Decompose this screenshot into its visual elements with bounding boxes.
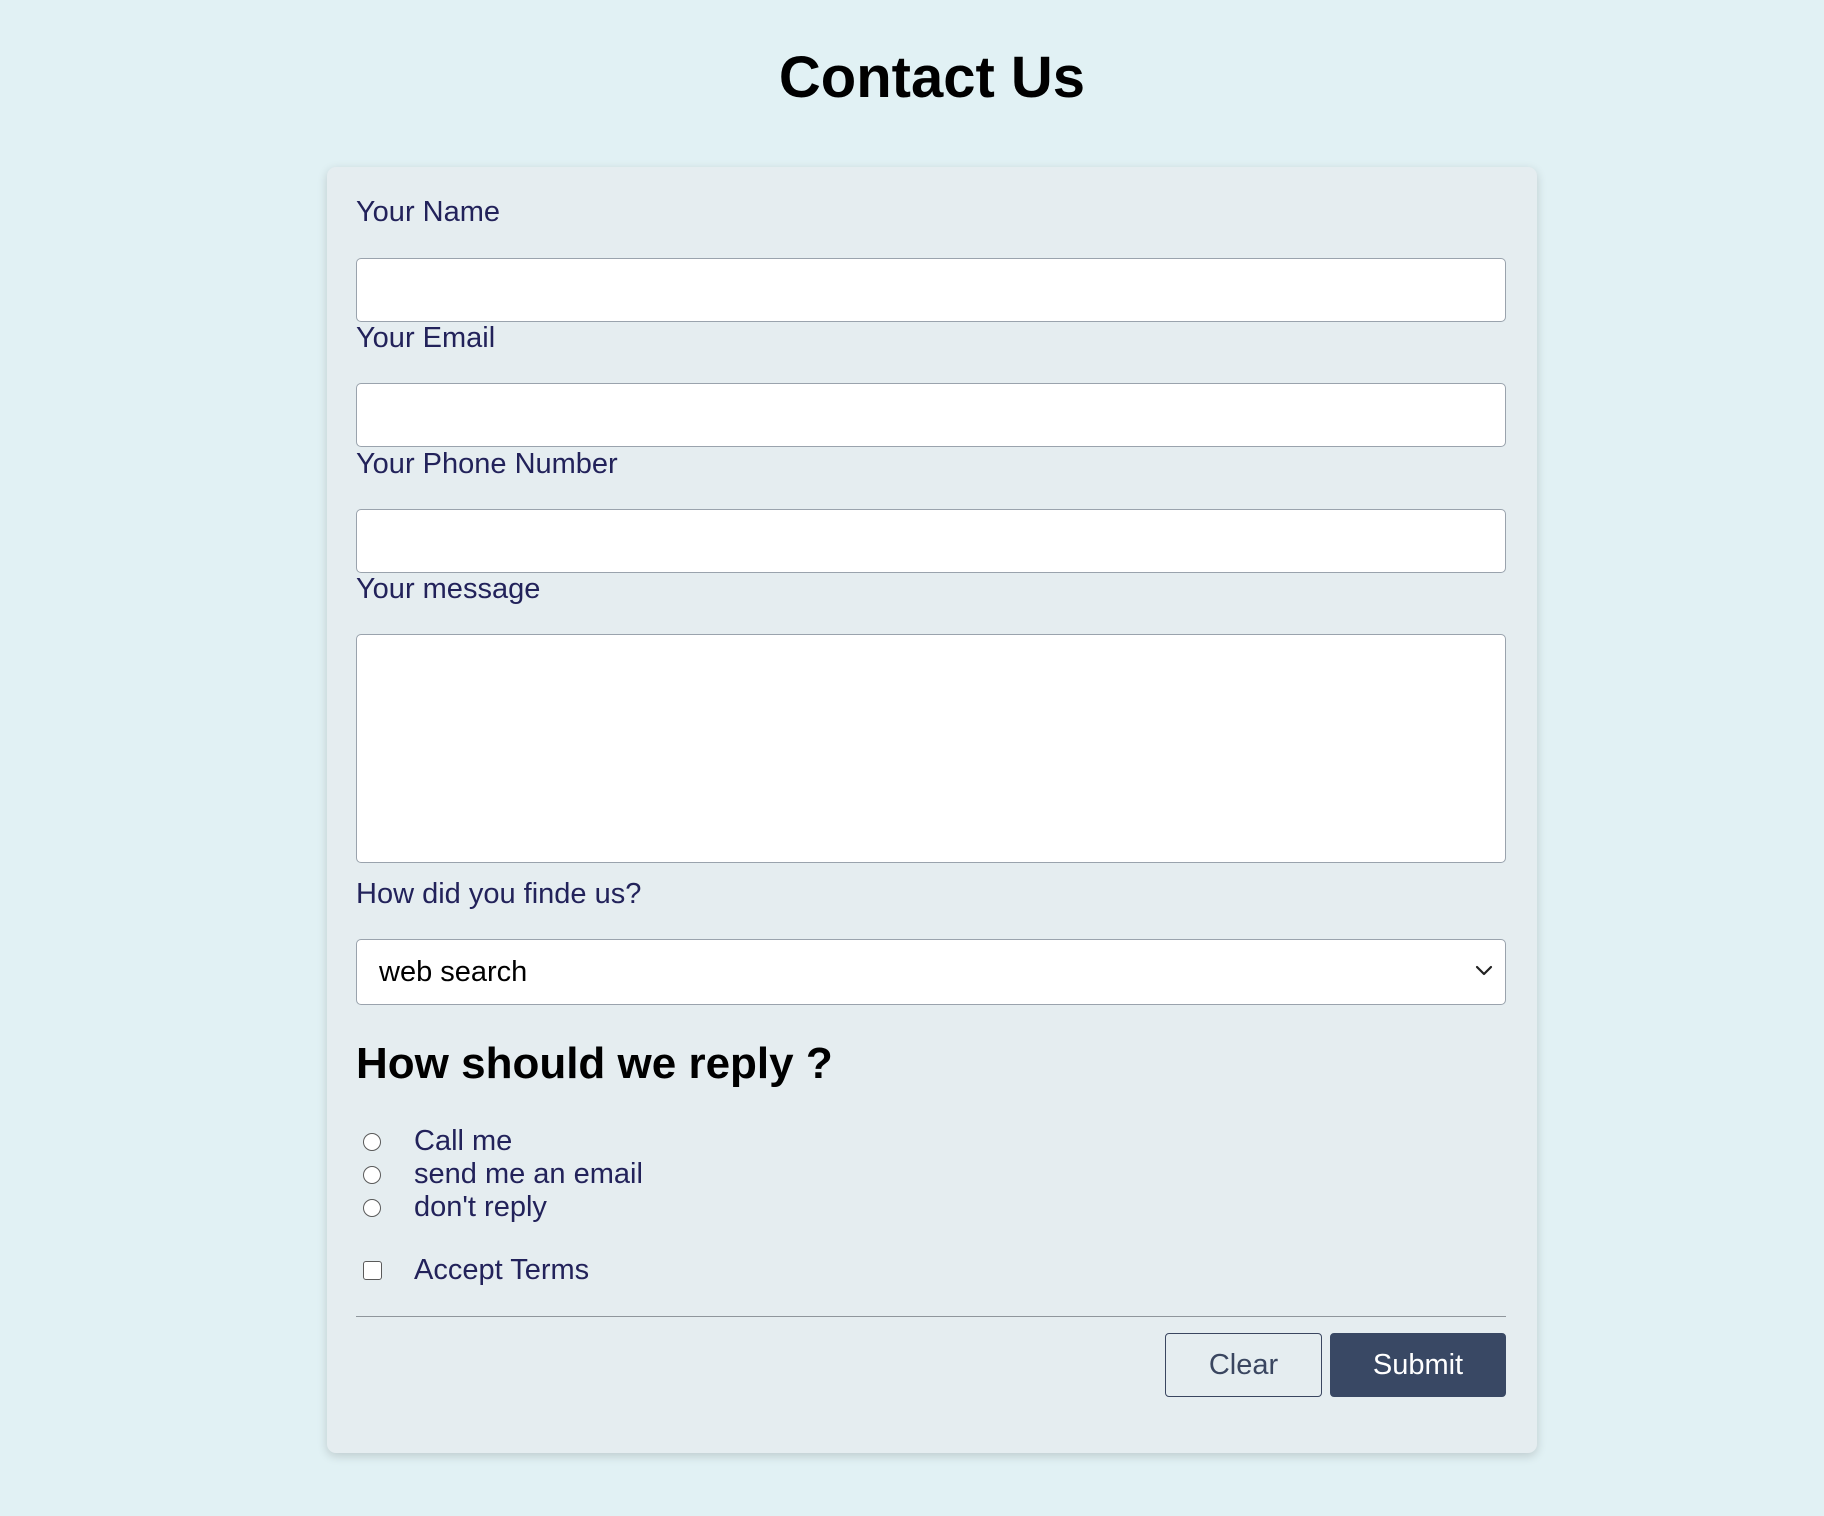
accept-terms-checkbox[interactable] — [363, 1260, 382, 1280]
form-divider — [356, 1316, 1506, 1317]
chevron-down-icon — [1475, 965, 1493, 976]
source-select[interactable]: web search — [356, 939, 1506, 1005]
radio-button[interactable] — [363, 1165, 381, 1184]
name-label: Your Name — [356, 196, 501, 228]
phone-label: Your Phone Number — [356, 448, 618, 480]
email-input[interactable] — [356, 383, 1506, 447]
radio-label: don't reply — [414, 1191, 547, 1223]
contact-form-card: Your Name Your Email Your Phone Number Y… — [327, 167, 1537, 1453]
page-title: Contact Us — [778, 45, 1086, 110]
radio-label: Call me — [414, 1125, 513, 1157]
source-label: How did you finde us? — [356, 878, 642, 910]
clear-button[interactable]: Clear — [1165, 1333, 1322, 1397]
radio-button[interactable] — [363, 1132, 381, 1151]
source-select-value: web search — [379, 956, 528, 988]
accept-terms-option[interactable]: Accept Terms — [363, 1252, 589, 1288]
radio-button[interactable] — [363, 1198, 381, 1217]
email-label: Your Email — [356, 322, 496, 354]
reply-option-call[interactable]: Call me — [363, 1125, 512, 1158]
message-label: Your message — [356, 573, 541, 605]
message-textarea[interactable] — [356, 634, 1506, 863]
reply-option-email[interactable]: send me an email — [363, 1158, 643, 1191]
name-input[interactable] — [356, 258, 1506, 322]
reply-option-none[interactable]: don't reply — [363, 1191, 547, 1224]
radio-label: send me an email — [414, 1158, 643, 1190]
phone-input[interactable] — [356, 509, 1506, 573]
submit-button[interactable]: Submit — [1330, 1333, 1506, 1397]
accept-terms-label: Accept Terms — [414, 1254, 590, 1286]
reply-method-heading: How should we reply ? — [356, 1039, 833, 1088]
